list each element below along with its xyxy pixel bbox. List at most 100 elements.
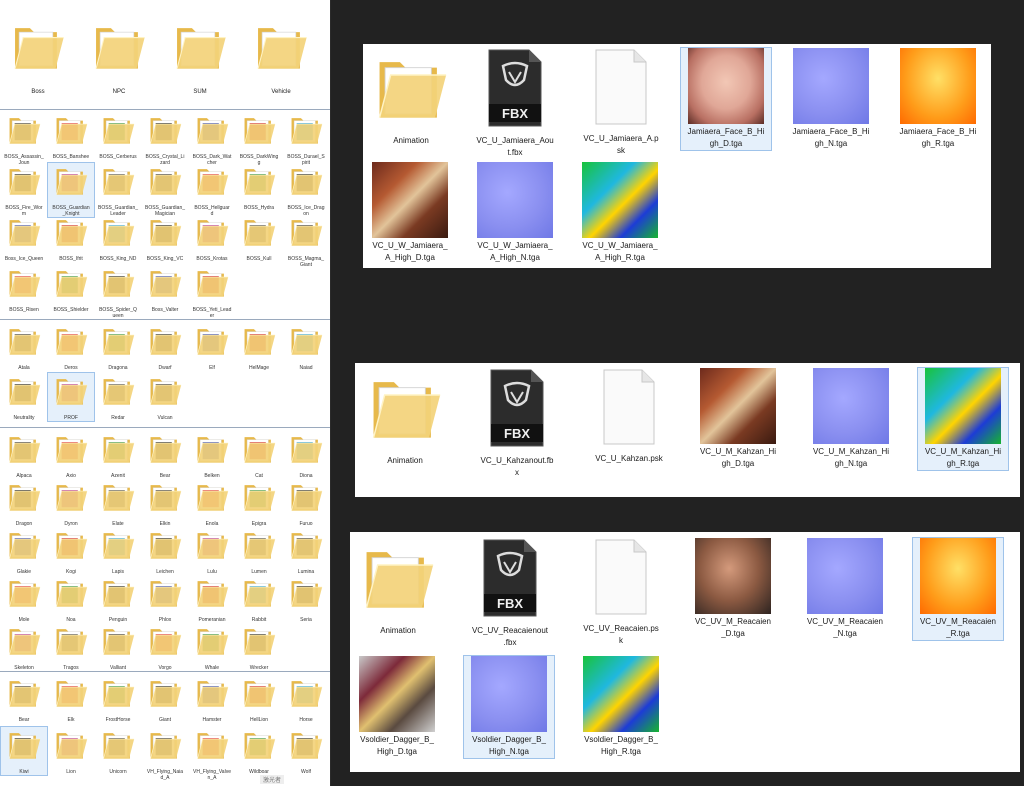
file-item[interactable]: VC_U_W_Jamiaera_ A_High_R.tga	[575, 162, 665, 264]
folder-item[interactable]: SUM	[165, 16, 235, 95]
folder-item[interactable]: Deros	[48, 323, 94, 371]
file-item[interactable]: Jamiaera_Face_B_Hi gh_N.tga	[786, 48, 876, 150]
folder-item[interactable]: Naiad	[283, 323, 329, 371]
folder-item[interactable]: BOSS_Yeti_Lead er	[189, 265, 235, 319]
folder-item[interactable]: BOSS_Risen	[1, 265, 47, 313]
folder-item[interactable]: BOSS_Ifrit	[48, 214, 94, 262]
folder-item[interactable]: Skeleton	[1, 623, 47, 671]
file-item[interactable]: Vsoldier_Dagger_B_ High_R.tga	[576, 656, 666, 758]
file-item[interactable]: VC_UV_Reacaien.ps k	[576, 538, 666, 647]
folder-item[interactable]: BOSS_Assassin_ Joun	[1, 112, 47, 166]
folder-item[interactable]: VH_Flying_Valve n_A	[189, 727, 235, 781]
folder-item[interactable]: HellLion	[236, 675, 282, 723]
folder-item[interactable]: Furuo	[283, 479, 329, 527]
file-item[interactable]: VC_U_W_Jamiaera_ A_High_N.tga	[470, 162, 560, 264]
folder-item[interactable]: BOSS_King_ND	[95, 214, 141, 262]
folder-item[interactable]: BOSS_Guardian_ Leader	[95, 163, 141, 217]
folder-item[interactable]: Lapis	[95, 527, 141, 575]
folder-item[interactable]: BOSS_DarkWing g	[236, 112, 282, 166]
folder-item[interactable]: BOSS_Ice_Drag on	[283, 163, 329, 217]
file-item[interactable]: VC_U_M_Kahzan_Hi gh_N.tga	[806, 368, 896, 470]
folder-item[interactable]: Valliant	[95, 623, 141, 671]
folder-item[interactable]: BOSS_Shielder	[48, 265, 94, 313]
folder-item[interactable]: Lumen	[236, 527, 282, 575]
file-item[interactable]: VC_U_Kahzan.psk	[584, 368, 674, 465]
folder-item[interactable]: Bear	[1, 675, 47, 723]
folder-item[interactable]: Kiwi	[0, 726, 48, 776]
folder-item[interactable]: BOSS_Hellguar d	[189, 163, 235, 217]
folder-item[interactable]: Atala	[1, 323, 47, 371]
folder-item[interactable]: Redar	[95, 373, 141, 421]
folder-item[interactable]: Vehicle	[246, 16, 316, 95]
folder-item[interactable]: Belken	[189, 431, 235, 479]
folder-item[interactable]: Elf	[189, 323, 235, 371]
file-item[interactable]: Animation	[353, 538, 443, 637]
file-item[interactable]: FBX VC_U_Kahzanout.fb x	[472, 368, 562, 479]
folder-item[interactable]: Penguin	[95, 575, 141, 623]
folder-item[interactable]: Elk	[48, 675, 94, 723]
folder-item[interactable]: Leichen	[142, 527, 188, 575]
folder-item[interactable]: BOSS_Cerberus	[95, 112, 141, 160]
file-item[interactable]: Vsoldier_Dagger_B_ High_D.tga	[352, 656, 442, 758]
folder-item[interactable]: Diona	[283, 431, 329, 479]
folder-item[interactable]: Epigra	[236, 479, 282, 527]
file-item[interactable]: Animation	[360, 368, 450, 467]
folder-item[interactable]: HelMage	[236, 323, 282, 371]
file-item[interactable]: VC_UV_M_Reacaien _N.tga	[800, 538, 890, 640]
folder-item[interactable]: Lumina	[283, 527, 329, 575]
folder-item[interactable]: Wildboar	[236, 727, 282, 775]
folder-item[interactable]: Whale	[189, 623, 235, 671]
folder-item[interactable]: Unicorn	[95, 727, 141, 775]
folder-item[interactable]: BOSS_Guardian _Knight	[47, 162, 95, 218]
folder-item[interactable]: BOSS_King_VC	[142, 214, 188, 262]
file-item[interactable]: Animation	[366, 48, 456, 147]
folder-item[interactable]: Glakie	[1, 527, 47, 575]
folder-item[interactable]: Lion	[48, 727, 94, 775]
folder-item[interactable]: Kogi	[48, 527, 94, 575]
folder-item[interactable]: Elkin	[142, 479, 188, 527]
folder-item[interactable]: BOSS_Crystal_Li zard	[142, 112, 188, 166]
file-item[interactable]: VC_UV_M_Reacaien _D.tga	[688, 538, 778, 640]
folder-item[interactable]: BOSS_Fire_Wor m	[1, 163, 47, 217]
folder-item[interactable]: Giant	[142, 675, 188, 723]
folder-item[interactable]: BOSS_Krotas	[189, 214, 235, 262]
folder-item[interactable]: BOSS_Magma_ Giant	[283, 214, 329, 268]
folder-item[interactable]: Rabbit	[236, 575, 282, 623]
folder-item[interactable]: Tragos	[48, 623, 94, 671]
folder-item[interactable]: Elate	[95, 479, 141, 527]
folder-item[interactable]: Boss	[3, 16, 73, 95]
folder-item[interactable]: BOSS_Hydra	[236, 163, 282, 211]
file-item[interactable]: VC_U_M_Kahzan_Hi gh_D.tga	[693, 368, 783, 470]
folder-item[interactable]: BOSS_Kull	[236, 214, 282, 262]
file-item[interactable]: VC_U_W_Jamiaera_ A_High_D.tga	[365, 162, 455, 264]
folder-item[interactable]: Alpaca	[1, 431, 47, 479]
folder-item[interactable]: Bear	[142, 431, 188, 479]
folder-item[interactable]: Wolf	[283, 727, 329, 775]
folder-item[interactable]: BOSS_Banshee	[48, 112, 94, 160]
folder-item[interactable]: Seria	[283, 575, 329, 623]
folder-item[interactable]: BOSS_Guardian_ Magician	[142, 163, 188, 217]
folder-item[interactable]: Mole	[1, 575, 47, 623]
folder-item[interactable]: Vorgo	[142, 623, 188, 671]
folder-item[interactable]: BOSS_Spider_Q ueen	[95, 265, 141, 319]
file-item[interactable]: FBX VC_U_Jamiaera_Aou t.fbx	[470, 48, 560, 159]
folder-item[interactable]: Lulu	[189, 527, 235, 575]
file-item[interactable]: VC_U_Jamiaera_A.p sk	[576, 48, 666, 157]
folder-item[interactable]: Phlox	[142, 575, 188, 623]
file-item[interactable]: Jamiaera_Face_B_Hi gh_R.tga	[893, 48, 983, 150]
folder-item[interactable]: Dyron	[48, 479, 94, 527]
file-item[interactable]: FBX VC_UV_Reacaienout .fbx	[465, 538, 555, 649]
folder-item[interactable]: Horse	[283, 675, 329, 723]
folder-item[interactable]: Cat	[236, 431, 282, 479]
file-item[interactable]: VC_UV_M_Reacaien _R.tga	[912, 537, 1004, 641]
file-item[interactable]: Vsoldier_Dagger_B_ High_N.tga	[463, 655, 555, 759]
file-item[interactable]: Jamiaera_Face_B_Hi gh_D.tga	[680, 47, 772, 151]
folder-item[interactable]: Boss_Ice_Queen	[1, 214, 47, 262]
folder-item[interactable]: Noa	[48, 575, 94, 623]
folder-item[interactable]: Dragon	[1, 479, 47, 527]
file-item[interactable]: VC_U_M_Kahzan_Hi gh_R.tga	[917, 367, 1009, 471]
folder-item[interactable]: PROF	[47, 372, 95, 422]
folder-item[interactable]: Enola	[189, 479, 235, 527]
folder-item[interactable]: FrostHorse	[95, 675, 141, 723]
folder-item[interactable]: Axio	[48, 431, 94, 479]
